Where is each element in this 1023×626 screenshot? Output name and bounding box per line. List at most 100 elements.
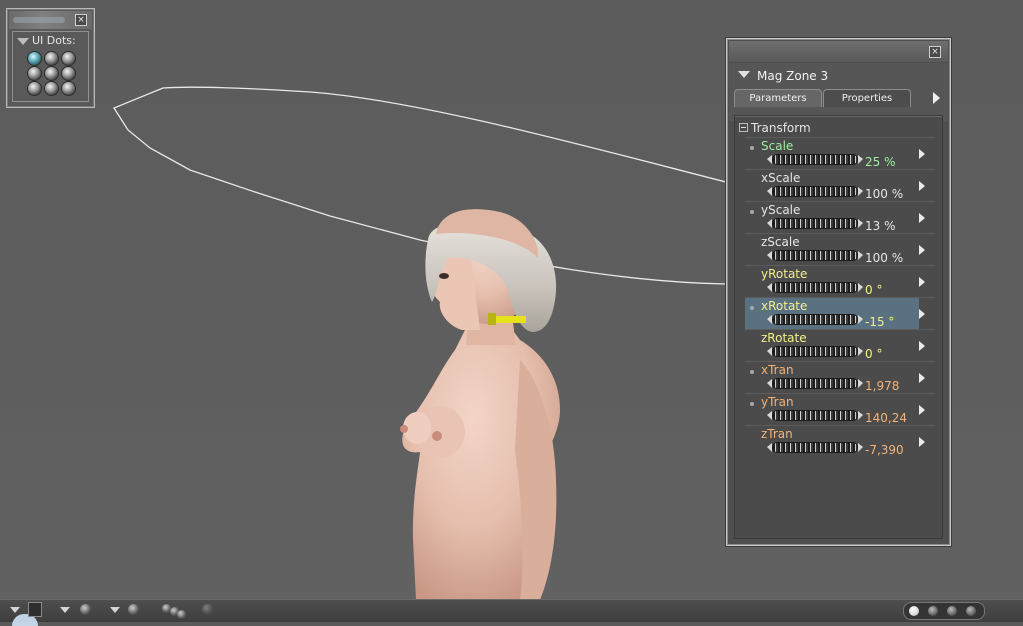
- row-divider: [745, 233, 935, 234]
- display-style-square-icon[interactable]: [28, 602, 42, 617]
- ui-dots-palette: × UI Dots:: [6, 8, 95, 108]
- param-dial[interactable]: [767, 379, 863, 388]
- param-value[interactable]: 1,978: [865, 379, 899, 393]
- param-name[interactable]: zRotate: [761, 331, 807, 345]
- ui-dot[interactable]: [28, 52, 41, 65]
- param-menu-arrow-icon[interactable]: [919, 405, 925, 415]
- param-menu-arrow-icon[interactable]: [919, 181, 925, 191]
- param-row[interactable]: xTran 1,978: [745, 362, 925, 394]
- row-divider: [745, 137, 935, 138]
- param-menu-arrow-icon[interactable]: [919, 213, 925, 223]
- param-row[interactable]: xRotate -15 °: [745, 298, 925, 330]
- param-dial[interactable]: [767, 411, 863, 420]
- param-value[interactable]: 100 %: [865, 251, 903, 265]
- row-divider: [745, 393, 935, 394]
- param-dial[interactable]: [767, 315, 863, 324]
- params-close-button[interactable]: ×: [929, 46, 941, 58]
- memory-dot[interactable]: [928, 606, 938, 616]
- memory-dots: [903, 602, 985, 620]
- row-divider: [745, 329, 935, 330]
- ui-dot[interactable]: [28, 67, 41, 80]
- ui-dot[interactable]: [45, 67, 58, 80]
- palette-options-arrow-icon[interactable]: [933, 92, 940, 104]
- ui-dot[interactable]: [62, 82, 75, 95]
- figure-model: [400, 209, 560, 600]
- lighting-menu-icon[interactable]: [110, 607, 120, 613]
- param-dial[interactable]: [767, 443, 863, 452]
- actor-menu-triangle-icon[interactable]: [738, 71, 750, 78]
- param-dial[interactable]: [767, 347, 863, 356]
- param-row[interactable]: yRotate 0 °: [745, 266, 925, 298]
- tracking-ball-icon[interactable]: [177, 610, 186, 619]
- param-name[interactable]: xTran: [761, 363, 794, 377]
- keyframe-dot-icon: [750, 210, 754, 214]
- param-row[interactable]: zTran -7,390: [745, 426, 925, 458]
- param-menu-arrow-icon[interactable]: [919, 245, 925, 255]
- param-menu-arrow-icon[interactable]: [919, 437, 925, 447]
- param-menu-arrow-icon[interactable]: [919, 277, 925, 287]
- param-menu-arrow-icon[interactable]: [919, 373, 925, 383]
- 3d-viewport[interactable]: × UI Dots: × Mag Zone 3 Parameters Prope…: [0, 0, 1023, 600]
- shading-ball-icon[interactable]: [80, 604, 91, 615]
- param-name[interactable]: yRotate: [761, 267, 807, 281]
- param-row[interactable]: zScale 100 %: [745, 234, 925, 266]
- param-name[interactable]: yTran: [761, 395, 794, 409]
- param-value[interactable]: 0 °: [865, 347, 882, 361]
- ui-dot[interactable]: [28, 82, 41, 95]
- ui-dot[interactable]: [45, 82, 58, 95]
- param-row[interactable]: yTran 140,24: [745, 394, 925, 426]
- param-dial[interactable]: [767, 219, 863, 228]
- param-dial[interactable]: [767, 251, 863, 260]
- param-value[interactable]: 25 %: [865, 155, 896, 169]
- param-name[interactable]: Scale: [761, 139, 793, 153]
- param-value[interactable]: -15 °: [865, 315, 894, 329]
- palette-titlebar[interactable]: ×: [9, 11, 92, 29]
- memory-dot[interactable]: [947, 606, 957, 616]
- param-value[interactable]: 140,24: [865, 411, 907, 425]
- param-menu-arrow-icon[interactable]: [919, 149, 925, 159]
- param-dial[interactable]: [767, 187, 863, 196]
- group-label: Transform: [751, 121, 811, 135]
- actor-name[interactable]: Mag Zone 3: [757, 69, 828, 83]
- collapse-minus-icon[interactable]: [739, 123, 748, 132]
- param-name[interactable]: xScale: [761, 171, 800, 185]
- ui-dots-menu-triangle-icon[interactable]: [17, 38, 29, 45]
- row-divider: [745, 425, 935, 426]
- lighting-ball-icon[interactable]: [128, 604, 139, 615]
- param-value[interactable]: 100 %: [865, 187, 903, 201]
- param-value[interactable]: -7,390: [865, 443, 904, 457]
- param-row[interactable]: Scale 25 %: [745, 138, 925, 170]
- param-value[interactable]: 0 °: [865, 283, 882, 297]
- memory-dot[interactable]: [909, 606, 919, 616]
- mag-zone-outline: [113, 86, 727, 285]
- ui-dots-grid: [28, 52, 80, 95]
- tab-parameters[interactable]: Parameters: [734, 89, 822, 107]
- disabled-ball-icon: [202, 604, 213, 615]
- param-menu-arrow-icon[interactable]: [919, 309, 925, 319]
- row-divider: [745, 361, 935, 362]
- palette-close-button[interactable]: ×: [75, 14, 87, 26]
- param-row[interactable]: yScale 13 %: [745, 202, 925, 234]
- display-style-menu-icon[interactable]: [10, 607, 20, 613]
- ui-dots-label: UI Dots:: [32, 34, 76, 47]
- param-name[interactable]: zScale: [761, 235, 800, 249]
- param-dial[interactable]: [767, 283, 863, 292]
- param-name[interactable]: zTran: [761, 427, 793, 441]
- params-titlebar[interactable]: ×: [729, 41, 948, 62]
- shading-menu-icon[interactable]: [60, 607, 70, 613]
- row-divider: [745, 265, 935, 266]
- param-name[interactable]: yScale: [761, 203, 800, 217]
- param-menu-arrow-icon[interactable]: [919, 341, 925, 351]
- param-name[interactable]: xRotate: [761, 299, 807, 313]
- param-row[interactable]: zRotate 0 °: [745, 330, 925, 362]
- ui-dot[interactable]: [45, 52, 58, 65]
- palette-title-blur: [13, 17, 65, 23]
- memory-dot[interactable]: [966, 606, 976, 616]
- ui-dot[interactable]: [62, 67, 75, 80]
- param-row[interactable]: xScale 100 %: [745, 170, 925, 202]
- group-transform[interactable]: Transform: [739, 121, 811, 135]
- tab-properties[interactable]: Properties: [823, 89, 911, 107]
- param-dial[interactable]: [767, 155, 863, 164]
- ui-dot[interactable]: [62, 52, 75, 65]
- param-value[interactable]: 13 %: [865, 219, 896, 233]
